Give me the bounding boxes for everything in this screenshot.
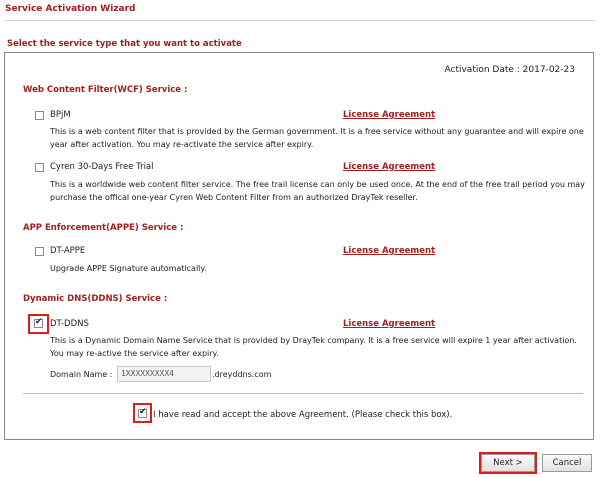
domain-suffix: .dreyddns.com bbox=[212, 370, 272, 379]
dt-appe-service-name: DT-APPE bbox=[50, 246, 86, 256]
wcf-section-title: Web Content Filter(WCF) Service : bbox=[23, 85, 188, 95]
dt-appe-description: Upgrade APPE Signature automatically. bbox=[50, 264, 207, 273]
agreement-checkbox[interactable] bbox=[138, 407, 147, 418]
dt-appe-checkbox[interactable] bbox=[35, 247, 44, 256]
bpjm-license-link[interactable]: License Agreement bbox=[343, 110, 435, 120]
select-service-prompt: Select the service type that you want to… bbox=[7, 39, 242, 49]
activation-date: Activation Date : 2017-02-23 bbox=[444, 65, 576, 75]
wizard-title: Service Activation Wizard bbox=[5, 4, 136, 14]
dt-appe-license-link[interactable]: License Agreement bbox=[343, 246, 435, 256]
bpjm-checkbox[interactable] bbox=[35, 111, 44, 120]
agreement-text: I have read and accept the above Agreeme… bbox=[153, 410, 453, 420]
appe-section-title: APP Enforcement(APPE) Service : bbox=[23, 223, 184, 233]
bpjm-service-name: BPjM bbox=[50, 110, 71, 120]
cancel-button[interactable]: Cancel bbox=[542, 454, 592, 472]
cyren-license-link[interactable]: License Agreement bbox=[343, 162, 435, 172]
dt-ddns-description: This is a Dynamic Domain Name Service th… bbox=[50, 336, 577, 358]
ddns-section-title: Dynamic DNS(DDNS) Service : bbox=[23, 294, 168, 304]
dt-ddns-checkbox[interactable] bbox=[34, 317, 43, 328]
domain-name-input[interactable]: 1XXXXXXXXX4 bbox=[117, 366, 211, 382]
domain-name-label: Domain Name : bbox=[50, 370, 113, 379]
bpjm-description: This is a web content filter that is pro… bbox=[50, 127, 584, 149]
cyren-checkbox[interactable] bbox=[35, 163, 44, 172]
cyren-service-name: Cyren 30-Days Free Trial bbox=[50, 162, 154, 172]
dt-ddns-license-link[interactable]: License Agreement bbox=[343, 319, 435, 329]
next-button[interactable]: Next > bbox=[481, 454, 535, 472]
service-panel: Activation Date : 2017-02-23 Web Content… bbox=[4, 52, 594, 440]
title-divider bbox=[5, 20, 595, 21]
dt-ddns-service-name: DT-DDNS bbox=[50, 319, 89, 329]
agreement-divider bbox=[23, 393, 583, 394]
cyren-description: This is a worldwide web content filter s… bbox=[50, 180, 585, 202]
